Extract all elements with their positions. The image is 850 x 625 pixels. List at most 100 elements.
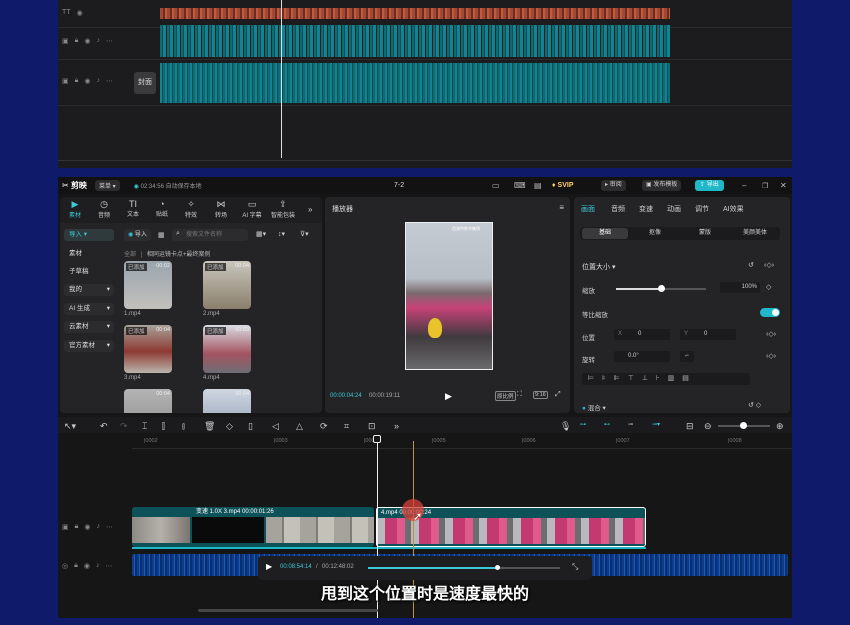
position-x-field[interactable]: X0	[614, 329, 670, 340]
blend-section[interactable]: ● 混合 ▾	[582, 402, 606, 412]
publish-template-button[interactable]: ▣ 发布模板	[642, 180, 682, 191]
tab-ai-caption[interactable]: ▭ AI 字幕	[238, 199, 266, 219]
lock-icon[interactable]: 🔒︎	[75, 77, 79, 85]
sidebar-item-subdraft[interactable]: 子草稿	[64, 266, 114, 278]
scale-slider[interactable]	[616, 285, 706, 292]
sidebar-item-mine[interactable]: 我的 ▾	[64, 284, 114, 296]
link-icon[interactable]: ⊷	[604, 421, 610, 428]
keyframe-icon[interactable]: ‹◇›	[764, 261, 774, 269]
search-input[interactable]	[172, 229, 248, 241]
layout-icon[interactable]: ▭	[492, 181, 500, 190]
playhead-handle[interactable]	[373, 435, 381, 443]
keyframe-icon[interactable]: ‹◇›	[766, 330, 776, 338]
overlay-clips[interactable]	[160, 25, 670, 57]
breadcrumb-root[interactable]: 全部	[124, 252, 136, 258]
menu-button[interactable]: 菜单 ▾	[94, 180, 120, 191]
close-icon[interactable]: ✕	[780, 181, 787, 190]
reset-icon[interactable]: ↺ ◇	[748, 401, 761, 409]
eye-icon[interactable]: ◉	[84, 523, 90, 531]
shortcut-icon[interactable]: ⌨	[514, 181, 526, 190]
timeline-ruler[interactable]: |0002 |0003 |0004 |0005 |0006 |0007 |000…	[132, 435, 792, 449]
sidebar-item-ai-generate[interactable]: AI 生成 ▾	[64, 303, 114, 315]
align-toolbar[interactable]: ⊨⊧⊫⊤⊥⊦▥▤	[582, 373, 750, 385]
play-icon[interactable]: ▶	[445, 391, 452, 402]
media-item[interactable]: 00:04	[124, 389, 172, 413]
eye-icon[interactable]: ◉	[77, 9, 83, 17]
video-clip-3[interactable]: 变速 1.0X 3.mp4 00:00:01:26	[132, 507, 374, 547]
restore-icon[interactable]: ❐	[762, 182, 768, 190]
position-size-section[interactable]: 位置大小 ▾	[582, 262, 615, 272]
sidebar-item-media[interactable]: 素材	[64, 248, 114, 260]
sidebar-item-official[interactable]: 官方素材 ▾	[64, 340, 114, 352]
tab-picture[interactable]: 画面	[581, 204, 595, 214]
split-right-icon[interactable]: ⫾	[182, 421, 185, 432]
lock-icon[interactable]: 🔒︎	[74, 562, 78, 570]
media-item[interactable]: 已添加 00:04	[124, 325, 172, 373]
timeline-scrollbar[interactable]	[198, 609, 378, 612]
video-preview[interactable]: 西湖中秋节集锦	[405, 222, 493, 370]
keyframe-icon[interactable]: ◇	[766, 283, 771, 291]
tab-adjust[interactable]: 调节	[695, 204, 709, 214]
mute-icon[interactable]: ♪	[96, 562, 100, 570]
eye-icon[interactable]: ◉	[84, 562, 90, 570]
freeze-icon[interactable]: ▯	[248, 421, 253, 432]
crop-icon[interactable]: ⛶	[517, 391, 522, 399]
zoom-in-icon[interactable]: ⊕	[776, 421, 784, 432]
undo-icon[interactable]: ↶	[100, 421, 108, 432]
rotation-reset[interactable]: ⌐	[680, 351, 694, 362]
split-icon[interactable]: ⌶	[142, 421, 147, 432]
media-item[interactable]: 已添加 00:03	[203, 325, 251, 373]
sidebar-item-import[interactable]: 导入 ▾	[64, 229, 114, 241]
media-item[interactable]: 00:04	[203, 389, 251, 413]
ripple-icon[interactable]: ⊸▾	[652, 421, 660, 428]
tab-audio[interactable]: 音频	[611, 204, 625, 214]
playhead[interactable]	[281, 0, 282, 158]
scale-value[interactable]: 100%	[720, 282, 760, 293]
cover-button[interactable]: 封面	[134, 72, 156, 94]
marker-icon[interactable]: ◇	[226, 421, 233, 432]
grid-icon[interactable]: ▦	[158, 231, 165, 239]
main-clips[interactable]	[160, 63, 670, 103]
subtab-mask[interactable]: 蒙版	[682, 228, 728, 239]
subtab-cutout[interactable]: 抠像	[632, 228, 678, 239]
ratio-button[interactable]: 9:16	[533, 391, 548, 399]
split-left-icon[interactable]: ⫿	[162, 421, 165, 432]
mic-icon[interactable]: 🎙︎	[560, 421, 571, 432]
tab-speed[interactable]: 变速	[639, 204, 653, 214]
exit-fullscreen-icon[interactable]: ⤡	[572, 562, 578, 572]
tab-ai-effect[interactable]: AI效果	[723, 204, 744, 214]
position-y-field[interactable]: Y0	[680, 329, 736, 340]
rotation-field[interactable]: 0.0°	[614, 351, 670, 362]
auto-snap-icon[interactable]: ⊶	[580, 421, 586, 428]
more-icon[interactable]: ⋯	[106, 37, 113, 45]
import-button[interactable]: ◉ 导入	[124, 229, 151, 241]
minimize-icon[interactable]: –	[742, 181, 746, 190]
original-ratio-button[interactable]: 原比例	[495, 391, 516, 401]
reverse-icon[interactable]: ◁	[272, 421, 279, 432]
more-icon[interactable]: ⋯	[105, 562, 112, 570]
tab-smart-pack[interactable]: ⇪ 智能包装	[268, 199, 298, 219]
sort-icon[interactable]: ▦▾	[256, 230, 266, 238]
zoom-out-icon[interactable]: ⊖	[704, 421, 712, 432]
fit-icon[interactable]: ⊟	[686, 421, 694, 432]
lock-icon[interactable]: 🔒︎	[75, 37, 79, 45]
reset-icon[interactable]: ↺	[748, 261, 754, 269]
media-item[interactable]: 已添加 00:04	[203, 261, 251, 309]
delete-icon[interactable]: 🗑︎	[204, 421, 215, 432]
select-tool-icon[interactable]: ↖▾	[64, 421, 76, 432]
more-icon[interactable]: ⋯	[106, 77, 113, 85]
tab-effects[interactable]: ✧ 特效	[180, 199, 202, 219]
settings-icon[interactable]: ▤	[534, 181, 542, 190]
keyframe-icon[interactable]: ‹◇›	[766, 352, 776, 360]
player-menu-icon[interactable]: ≡	[559, 203, 564, 212]
tab-audio[interactable]: ◷ 音频	[93, 199, 115, 219]
audio-icon[interactable]: ♪	[96, 37, 100, 45]
subtab-basic[interactable]: 基础	[582, 228, 628, 239]
fullscreen-icon[interactable]: ⤢	[555, 391, 561, 399]
subtab-beauty[interactable]: 美颜美体	[732, 228, 778, 239]
filter-icon[interactable]: ⊽▾	[300, 230, 309, 238]
media-item[interactable]: 已添加 00:02	[124, 261, 172, 309]
sidebar-item-cloud[interactable]: 云素材 ▾	[64, 321, 114, 333]
rotate-icon[interactable]: ⟳	[320, 421, 328, 432]
tab-media[interactable]: ▶ 素材	[64, 199, 86, 219]
